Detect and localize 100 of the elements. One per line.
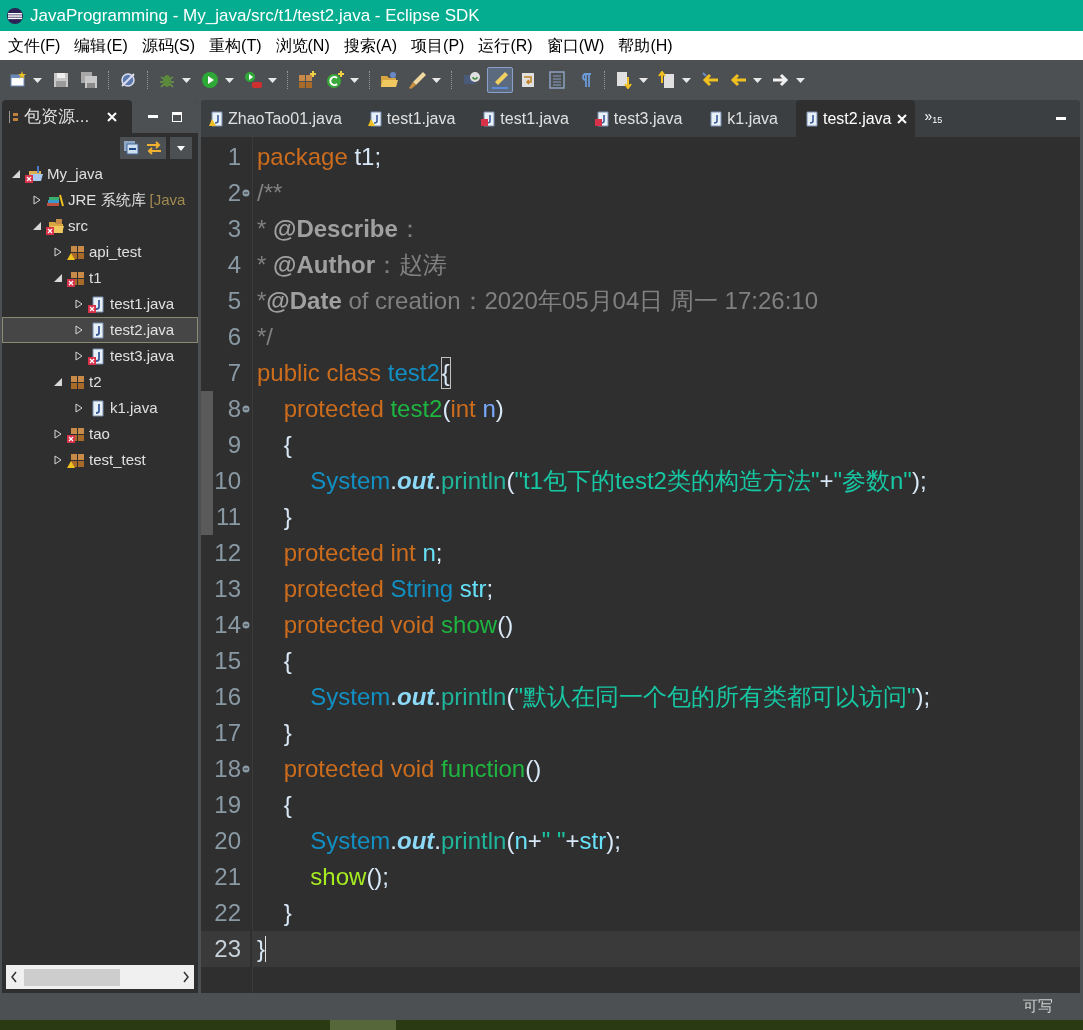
explorer-tab[interactable]: 包资源... <box>2 100 132 133</box>
string-literal: "t1包下的test2类的构造方法" <box>514 466 820 496</box>
menu-item[interactable]: 重构(T) <box>209 33 262 58</box>
java-file-icon <box>88 347 106 365</box>
editor-tab[interactable]: test1.java <box>473 100 577 137</box>
tree-label: JRE 系统库 <box>68 189 146 210</box>
fold-icon[interactable] <box>242 621 250 629</box>
back-arrow-icon <box>729 71 747 89</box>
tree-item[interactable]: api_test <box>2 239 198 265</box>
collapsed-arrow-icon[interactable] <box>53 247 63 257</box>
code-text: ); <box>915 682 931 712</box>
collapsed-arrow-icon[interactable] <box>32 195 42 205</box>
brush-icon <box>408 71 426 89</box>
dropdown-caret-icon <box>33 77 42 83</box>
tree-item[interactable]: t2 <box>2 369 198 395</box>
line-number: 6 <box>227 322 241 352</box>
tree-item[interactable]: test2.java <box>2 317 198 343</box>
comment-text: * <box>257 286 267 316</box>
collapse-all-button[interactable] <box>120 137 166 159</box>
scrollbar-thumb[interactable] <box>24 968 120 986</box>
tree-item[interactable]: src <box>2 213 198 239</box>
java-file-icon <box>367 110 382 127</box>
close-icon[interactable] <box>896 113 907 124</box>
menu-item[interactable]: 浏览(N) <box>275 33 330 58</box>
window-title: JavaProgramming - My_java/src/t1/test2.java - Eclipse SDK <box>30 4 480 27</box>
menu-item[interactable]: 项目(P) <box>411 33 465 58</box>
collapsed-arrow-icon[interactable] <box>74 325 84 335</box>
package-icon <box>67 425 85 443</box>
close-icon[interactable] <box>107 111 118 122</box>
java-file-icon <box>209 110 223 127</box>
menu-item[interactable]: 运行(R) <box>478 33 533 58</box>
code-text: ; <box>486 574 494 604</box>
menu-item[interactable]: 帮助(H) <box>618 33 673 58</box>
line-number: 13 <box>214 574 241 604</box>
line-number: 9 <box>227 430 241 460</box>
scroll-left-icon[interactable] <box>10 971 18 983</box>
tree-label: api_test <box>89 241 142 262</box>
fold-icon[interactable] <box>242 405 250 413</box>
menu-item[interactable]: 搜索(A) <box>343 33 398 58</box>
collapsed-arrow-icon[interactable] <box>53 455 63 465</box>
maximize-icon[interactable] <box>172 111 182 122</box>
tree-item[interactable]: test_test <box>2 447 198 473</box>
save-icon <box>52 71 70 89</box>
view-menu-button[interactable] <box>170 137 192 159</box>
tree-label: My_java <box>47 163 103 184</box>
tree-label: test3.java <box>110 345 175 366</box>
code-text: (); <box>366 862 390 892</box>
method-call-text: println <box>441 682 507 712</box>
collapsed-arrow-icon[interactable] <box>74 351 84 361</box>
collapsed-arrow-icon[interactable] <box>74 403 84 413</box>
comment-text: * <box>257 214 268 244</box>
tree-item[interactable]: test3.java <box>2 343 198 369</box>
expanded-arrow-icon[interactable] <box>32 221 42 231</box>
expanded-arrow-icon[interactable] <box>53 273 63 283</box>
string-literal: "默认在同一个包的所有类都可以访问" <box>514 682 916 712</box>
tree-label: test1.java <box>110 293 175 314</box>
editor-tab[interactable]: ZhaoTao01.java <box>201 100 350 137</box>
keyword-text: protected <box>282 394 385 424</box>
expanded-arrow-icon[interactable] <box>53 377 63 387</box>
method-call-text: show <box>309 862 367 892</box>
fold-icon[interactable] <box>242 765 250 773</box>
new-class-icon <box>326 71 344 89</box>
line-number: 18 <box>214 754 241 784</box>
horizontal-scrollbar[interactable] <box>6 965 194 989</box>
menu-item[interactable]: 窗口(W) <box>546 33 605 58</box>
scroll-right-icon[interactable] <box>182 971 190 983</box>
tree-item[interactable]: test1.java <box>2 291 198 317</box>
method-name-text: show <box>441 610 498 640</box>
range-indicator <box>201 499 213 535</box>
code-text: ; <box>435 538 443 568</box>
menu-item[interactable]: 文件(F) <box>8 33 61 58</box>
method-call-text: println <box>441 466 507 496</box>
comment-text: * <box>257 250 268 280</box>
tree-item[interactable]: JRE 系统库 [Java <box>2 187 198 213</box>
tree-item[interactable]: tao <box>2 421 198 447</box>
skip-breakpoints-icon <box>119 71 137 89</box>
range-indicator <box>201 391 213 427</box>
code-text: ( <box>442 394 451 424</box>
toolbar-button[interactable] <box>487 67 513 93</box>
dropdown-caret-icon <box>432 77 441 83</box>
collapsed-arrow-icon[interactable] <box>74 299 84 309</box>
editor-tab[interactable]: test2.java <box>796 100 915 137</box>
line-number: 19 <box>214 790 241 820</box>
comment-text: ：赵涛 <box>375 250 448 280</box>
tree-item[interactable]: t1 <box>2 265 198 291</box>
editor-tab[interactable]: test1.java <box>359 100 464 137</box>
editor-tab[interactable]: k1.java <box>700 100 786 137</box>
expanded-arrow-icon[interactable] <box>11 169 21 179</box>
doc-tag-text: @Describe <box>273 214 398 244</box>
fold-icon[interactable] <box>242 189 250 197</box>
keyword-text: protected void <box>282 610 436 640</box>
collapsed-arrow-icon[interactable] <box>53 429 63 439</box>
menu-item[interactable]: 源码(S) <box>141 33 196 58</box>
menu-item[interactable]: 编辑(E) <box>74 33 128 58</box>
line-number: 23 <box>214 934 241 964</box>
editor-tab[interactable]: test3.java <box>586 100 691 137</box>
tree-item[interactable]: k1.java <box>2 395 198 421</box>
code-text: + <box>819 466 834 496</box>
dropdown-caret-icon <box>350 77 359 83</box>
tree-item[interactable]: My_java <box>2 161 198 187</box>
